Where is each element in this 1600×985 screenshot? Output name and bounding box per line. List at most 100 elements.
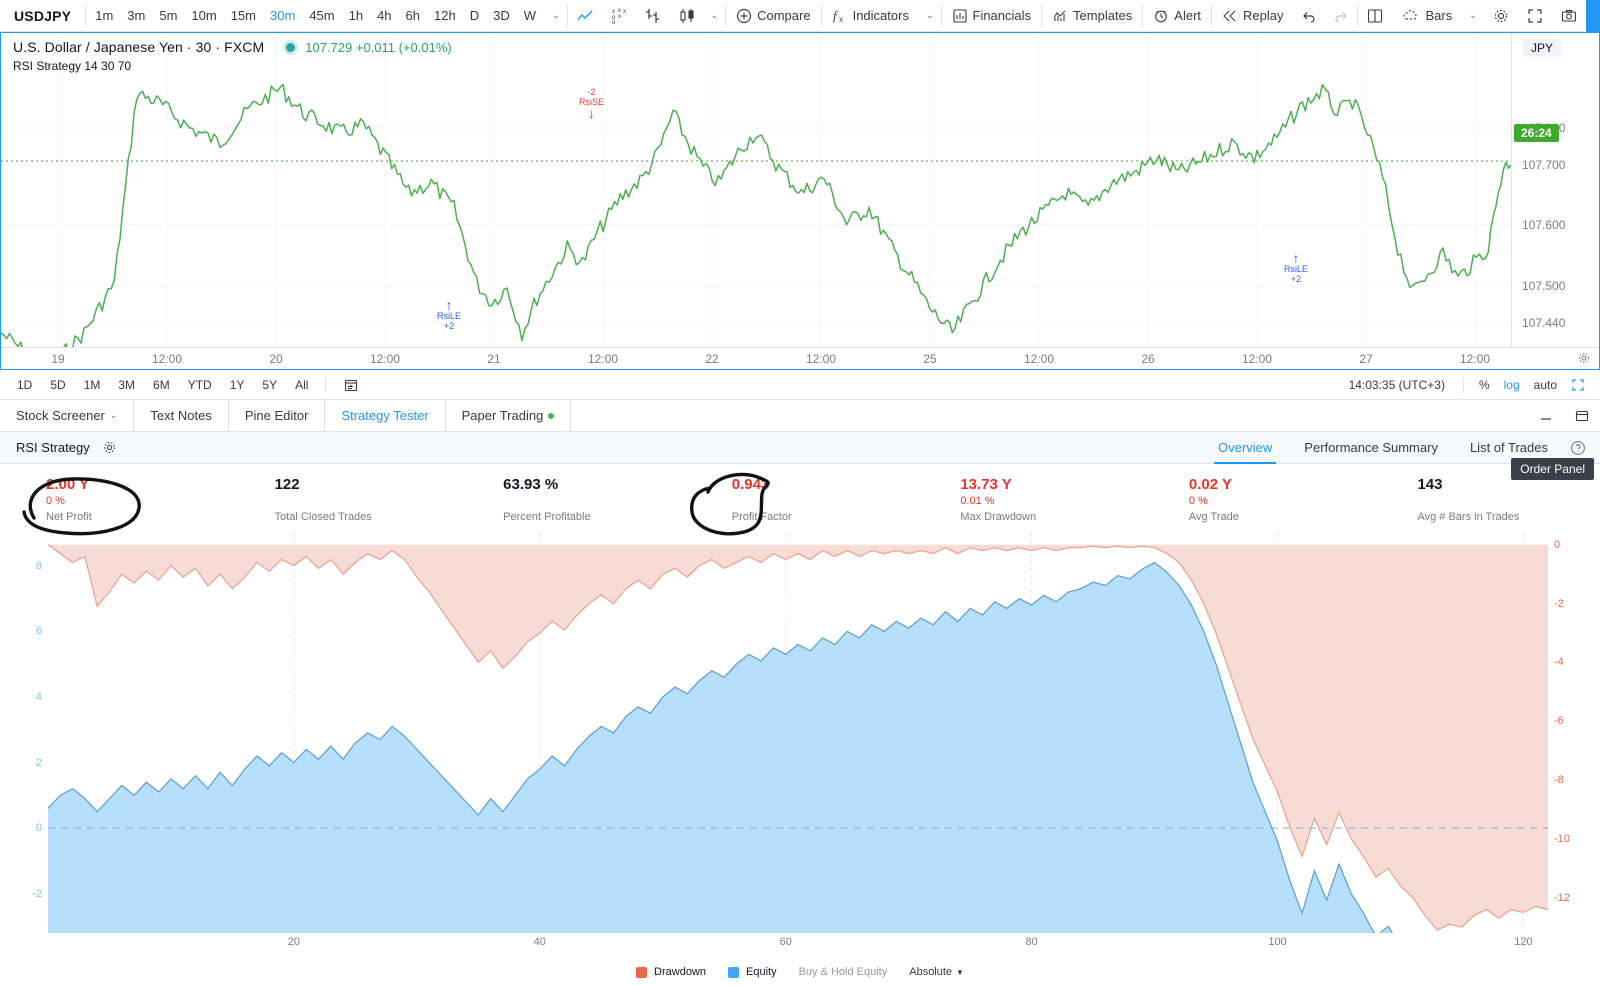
resolution-12h[interactable]: 12h <box>427 0 463 32</box>
help-icon[interactable] <box>1564 440 1600 456</box>
resolution-3D[interactable]: 3D <box>486 0 517 32</box>
percent-scale-button[interactable]: % <box>1472 378 1497 392</box>
resolution-10m[interactable]: 10m <box>184 0 223 32</box>
time-label: 20 <box>269 352 283 366</box>
resolution-15m[interactable]: 15m <box>224 0 263 32</box>
range-1M[interactable]: 1M <box>75 378 110 392</box>
range-All[interactable]: All <box>286 378 317 392</box>
indicators-chevron-down-icon[interactable]: ⌄ <box>919 10 941 21</box>
equity-right-tick: -4 <box>1554 656 1564 669</box>
fullscreen-icon[interactable] <box>1518 7 1552 25</box>
bars-button[interactable]: Bars <box>1392 0 1462 32</box>
log-scale-button[interactable]: log <box>1497 378 1527 392</box>
range-bar: 1D 5D 1M 3M 6M YTD 1Y 5Y All 14:03:35 (UTC+3) % … <box>0 370 1600 400</box>
strategy-tab-performance-summary[interactable]: Performance Summary <box>1288 432 1454 464</box>
resolution-6h[interactable]: 6h <box>399 0 427 32</box>
indicators-button[interactable]: fx Indicators <box>822 0 919 32</box>
alert-button[interactable]: Alert <box>1143 0 1211 32</box>
legend-item-buy-hold[interactable]: Buy & Hold Equity <box>799 966 888 978</box>
candlestick-icon[interactable] <box>670 7 704 25</box>
equity-chart[interactable]: 8 6 4 2 0 -2 0 -2 -4 -6 -8 -10 -12 <box>0 533 1600 933</box>
stat-max-drawdown: 13.73 Y 0.01 % Max Drawdown <box>914 476 1143 523</box>
range-1D[interactable]: 1D <box>8 378 41 392</box>
undo-icon[interactable] <box>1293 8 1325 24</box>
stat-value: 0.02 Y <box>1188 476 1232 493</box>
equity-canvas <box>48 533 1548 933</box>
resolution-3m[interactable]: 3m <box>120 0 152 32</box>
chart-style-chevron-down-icon[interactable]: ⌄ <box>704 10 726 21</box>
bars-chevron-down-icon[interactable]: ⌄ <box>1462 10 1484 21</box>
strategy-tab-overview[interactable]: Overview <box>1202 432 1288 464</box>
auto-scale-button[interactable]: auto <box>1527 378 1564 392</box>
bottom-panel-tabs: Stock Screener ⌄ Text Notes Pine Editor Stra… <box>0 400 1600 432</box>
chart-style-group: x x x o x o ⌄ <box>568 7 726 25</box>
symbol-search-button[interactable]: USDJPY <box>0 8 85 24</box>
scale-mode-dropdown[interactable]: Absolute ▼ <box>909 966 964 978</box>
expand-chart-icon[interactable] <box>1564 378 1592 392</box>
order-panel-tooltip: Order Panel <box>1511 458 1594 480</box>
point-figure-icon[interactable]: x x x o x o <box>602 7 636 25</box>
time-label: 27 <box>1359 352 1373 366</box>
resolution-D[interactable]: D <box>463 0 486 32</box>
camera-icon[interactable] <box>1552 7 1586 25</box>
equity-right-tick: -8 <box>1554 774 1564 787</box>
equity-left-tick: 4 <box>35 690 42 703</box>
time-axis[interactable]: 19 12:00 20 12:00 21 12:00 22 12:00 25 12:00 26 12:… <box>1 347 1599 369</box>
panel-tab-stock-screener[interactable]: Stock Screener ⌄ <box>0 400 135 431</box>
replay-button[interactable]: Replay <box>1212 0 1293 32</box>
time-label: 22 <box>705 352 719 366</box>
strategy-settings-gear-icon[interactable] <box>90 440 129 455</box>
range-1Y[interactable]: 1Y <box>221 378 254 392</box>
equity-x-axis: 20 40 60 80 100 120 <box>0 933 1600 959</box>
time-label: 26 <box>1141 352 1155 366</box>
minimize-panel-button[interactable] <box>1528 400 1564 431</box>
resolution-5m[interactable]: 5m <box>152 0 184 32</box>
resolution-1m[interactable]: 1m <box>88 0 120 32</box>
financials-icon <box>952 8 967 23</box>
publish-button[interactable]: Publish <box>1585 0 1600 32</box>
stat-label: Total Closed Trades <box>274 511 372 523</box>
price-chart[interactable]: U.S. Dollar / Japanese Yen · 30 · FXCM 1… <box>0 32 1600 370</box>
gear-icon[interactable] <box>1484 7 1518 25</box>
panel-tab-text-notes[interactable]: Text Notes <box>134 400 229 431</box>
panel-tab-paper-trading[interactable]: Paper Trading <box>446 400 572 431</box>
panel-tab-pine-editor[interactable]: Pine Editor <box>229 400 326 431</box>
range-YTD[interactable]: YTD <box>179 378 221 392</box>
strategy-name: RSI Strategy <box>16 440 90 455</box>
time-label: 12:00 <box>1241 352 1273 366</box>
study-legend[interactable]: RSI Strategy 14 30 70 <box>13 59 452 73</box>
range-3M[interactable]: 3M <box>109 378 144 392</box>
redo-icon[interactable] <box>1325 8 1357 24</box>
equity-x-tick: 20 <box>287 936 301 948</box>
line-chart-icon[interactable] <box>568 7 602 25</box>
panel-tab-strategy-tester[interactable]: Strategy Tester <box>325 400 446 431</box>
layout-icon[interactable] <box>1358 7 1392 25</box>
range-5D[interactable]: 5D <box>41 378 74 392</box>
stat-value: 13.73 Y <box>960 476 1012 493</box>
equity-swatch <box>728 966 739 978</box>
resolution-1h[interactable]: 1h <box>342 0 370 32</box>
time-label: 12:00 <box>805 352 837 366</box>
resolution-more-chevron-down-icon[interactable]: ⌄ <box>545 10 567 21</box>
stat-label: Percent Profitable <box>503 511 591 523</box>
resolution-4h[interactable]: 4h <box>370 0 398 32</box>
chart-settings-gear-icon[interactable] <box>1577 351 1591 365</box>
resolution-30m[interactable]: 30m <box>263 0 302 32</box>
resolution-45m[interactable]: 45m <box>302 0 341 32</box>
range-5Y[interactable]: 5Y <box>253 378 286 392</box>
compare-button[interactable]: Compare <box>726 0 820 32</box>
price-axis[interactable]: JPY 107.800107.700107.600107.500107.4401… <box>1511 33 1599 369</box>
templates-button[interactable]: Templates <box>1042 0 1142 32</box>
maximize-panel-button[interactable] <box>1564 400 1600 431</box>
chevron-down-icon[interactable]: ⌄ <box>110 410 118 421</box>
stat-avg-bars-in-trades: 143·Avg # Bars in Trades <box>1371 476 1600 523</box>
range-6M[interactable]: 6M <box>144 378 179 392</box>
legend-item-drawdown[interactable]: Drawdown <box>636 966 706 978</box>
financials-button[interactable]: Financials <box>942 0 1042 32</box>
bar-chart-icon[interactable] <box>636 7 670 25</box>
legend-item-equity[interactable]: Equity <box>728 966 777 978</box>
price-label: 107.440 <box>1522 316 1566 330</box>
strategy-tester-header: RSI Strategy Overview Performance Summary… <box>0 432 1600 480</box>
resolution-W[interactable]: W <box>517 0 543 32</box>
goto-date-calendar-icon[interactable] <box>334 377 368 393</box>
